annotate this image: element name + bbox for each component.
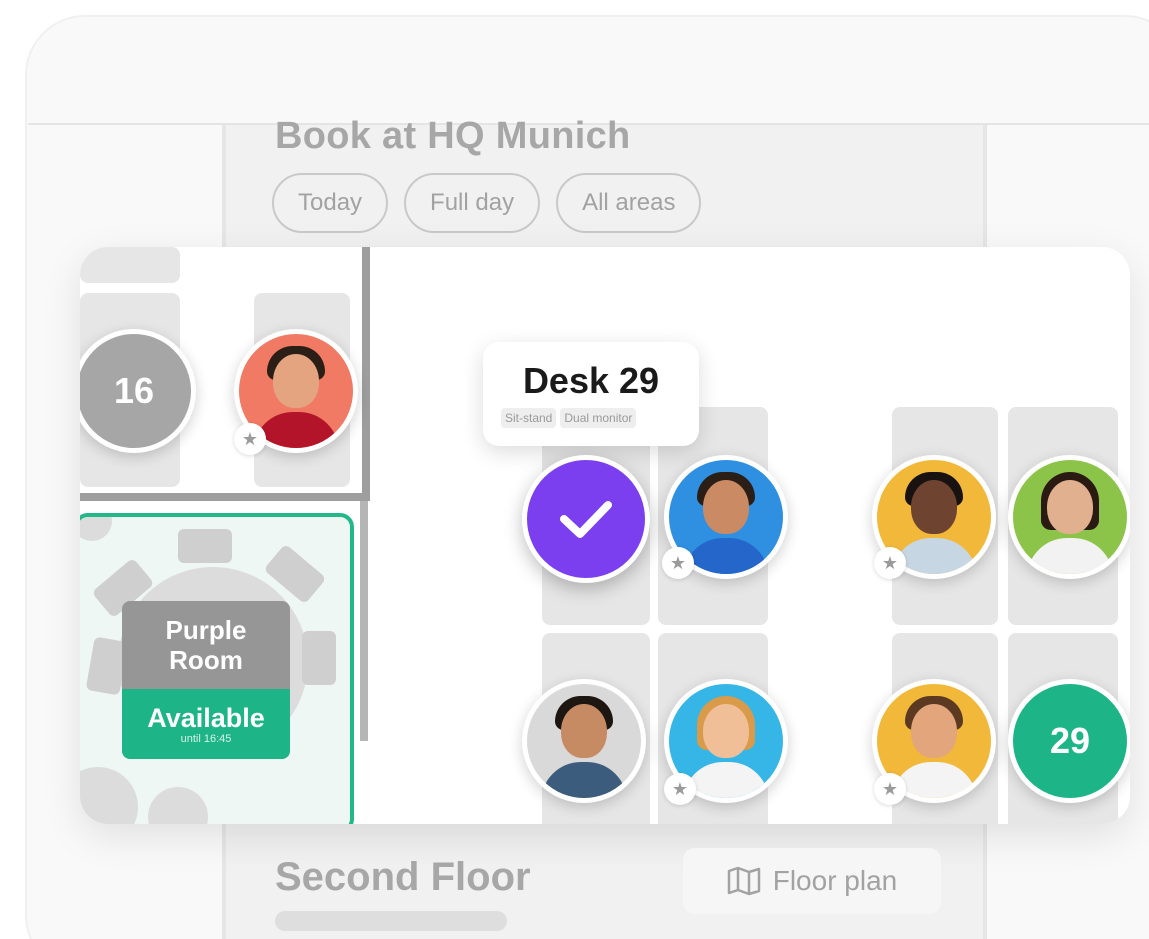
feature-tag: Sit-stand bbox=[501, 408, 557, 428]
star-icon[interactable]: ★ bbox=[664, 773, 696, 805]
room-availability-badge: Available until 16:45 bbox=[122, 689, 290, 759]
filter-chip-area[interactable]: All areas bbox=[556, 173, 702, 233]
floor-plan-label: Floor plan bbox=[772, 865, 898, 896]
wall bbox=[362, 247, 370, 493]
meeting-room-purple[interactable]: Purple Room Available until 16:45 bbox=[80, 513, 354, 824]
wall bbox=[80, 493, 370, 501]
star-icon[interactable]: ★ bbox=[874, 547, 906, 579]
filter-chip-duration[interactable]: Full day bbox=[404, 173, 541, 233]
selected-desk-seat[interactable] bbox=[522, 455, 650, 583]
floor-map[interactable]: 16 ★ Purple Room Available until 16:45 D… bbox=[80, 247, 1130, 824]
room-name: Purple Room bbox=[122, 601, 290, 689]
check-icon bbox=[560, 501, 612, 538]
filter-chips: Today Full day All areas bbox=[272, 173, 702, 233]
desk-tooltip: Desk 29 Sit-stand Dual monitor bbox=[483, 342, 699, 446]
map-icon bbox=[727, 866, 760, 896]
feature-tag: Dual monitor bbox=[560, 408, 637, 428]
occupied-seat[interactable] bbox=[522, 679, 646, 803]
floor-plan-button[interactable]: Floor plan bbox=[683, 848, 941, 914]
loading-placeholder bbox=[275, 911, 507, 931]
wall bbox=[360, 501, 368, 741]
floor-title: Second Floor bbox=[275, 855, 531, 899]
filter-chip-date[interactable]: Today bbox=[272, 173, 389, 233]
star-icon[interactable]: ★ bbox=[234, 423, 266, 455]
desk-number: 29 bbox=[1049, 720, 1091, 761]
star-icon[interactable]: ★ bbox=[874, 773, 906, 805]
desk-features: Sit-stand Dual monitor bbox=[501, 408, 637, 428]
desk-29-seat[interactable]: 29 bbox=[1008, 679, 1130, 803]
occupied-seat[interactable] bbox=[1008, 455, 1130, 579]
desk-number: 16 bbox=[113, 370, 155, 411]
star-icon[interactable]: ★ bbox=[662, 547, 694, 579]
desk-block bbox=[80, 247, 180, 283]
page-title: Book at HQ Munich bbox=[275, 115, 631, 157]
desk-name: Desk 29 bbox=[522, 360, 660, 401]
